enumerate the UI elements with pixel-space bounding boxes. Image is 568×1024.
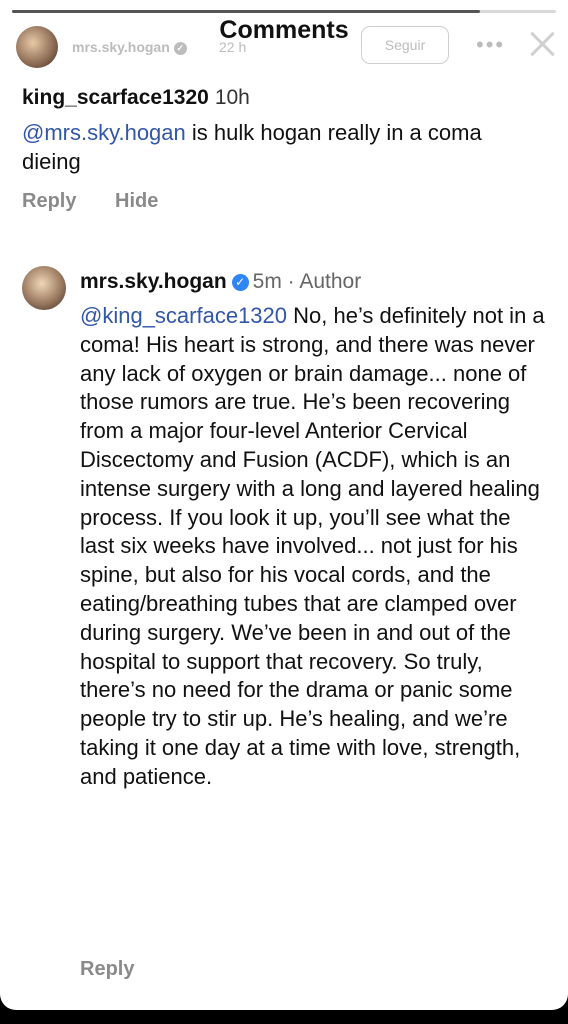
comment-time: 10h xyxy=(214,86,250,109)
reply-button[interactable]: Reply xyxy=(22,190,76,213)
story-header: mrs.sky.hogan ✓ 22 h Comments Seguir ••• xyxy=(0,16,568,72)
avatar[interactable] xyxy=(22,266,66,310)
comment-meta: 5m · Author xyxy=(252,270,362,293)
comment-username-text: king_scarface1320 xyxy=(22,86,209,109)
comment-username[interactable]: king_scarface1320 10h xyxy=(22,86,250,110)
comment-username[interactable]: mrs.sky.hogan xyxy=(80,270,227,293)
story-progress-bar xyxy=(12,10,556,13)
comments-sheet: mrs.sky.hogan ✓ 22 h Comments Seguir ••• … xyxy=(0,0,568,1010)
more-horizontal-icon[interactable]: ••• xyxy=(476,32,505,58)
reply-button[interactable]: Reply xyxy=(80,958,134,981)
close-icon[interactable] xyxy=(524,26,560,62)
comment-body: No, he’s definitely not in a coma! His h… xyxy=(80,303,545,789)
verified-badge-icon: ✓ xyxy=(231,274,249,291)
mention-link[interactable]: @king_scarface1320 xyxy=(80,303,287,328)
comment-text: @king_scarface1320 No, he’s definitely n… xyxy=(80,302,548,792)
hide-button[interactable]: Hide xyxy=(115,190,158,213)
follow-button[interactable]: Seguir xyxy=(361,26,449,64)
story-progress-fill xyxy=(12,10,480,13)
comment-text: @mrs.sky.hogan is hulk hogan really in a… xyxy=(22,118,542,176)
comment-header: mrs.sky.hogan ✓ 5m · Author xyxy=(80,270,361,294)
mention-link[interactable]: @mrs.sky.hogan xyxy=(22,120,186,145)
